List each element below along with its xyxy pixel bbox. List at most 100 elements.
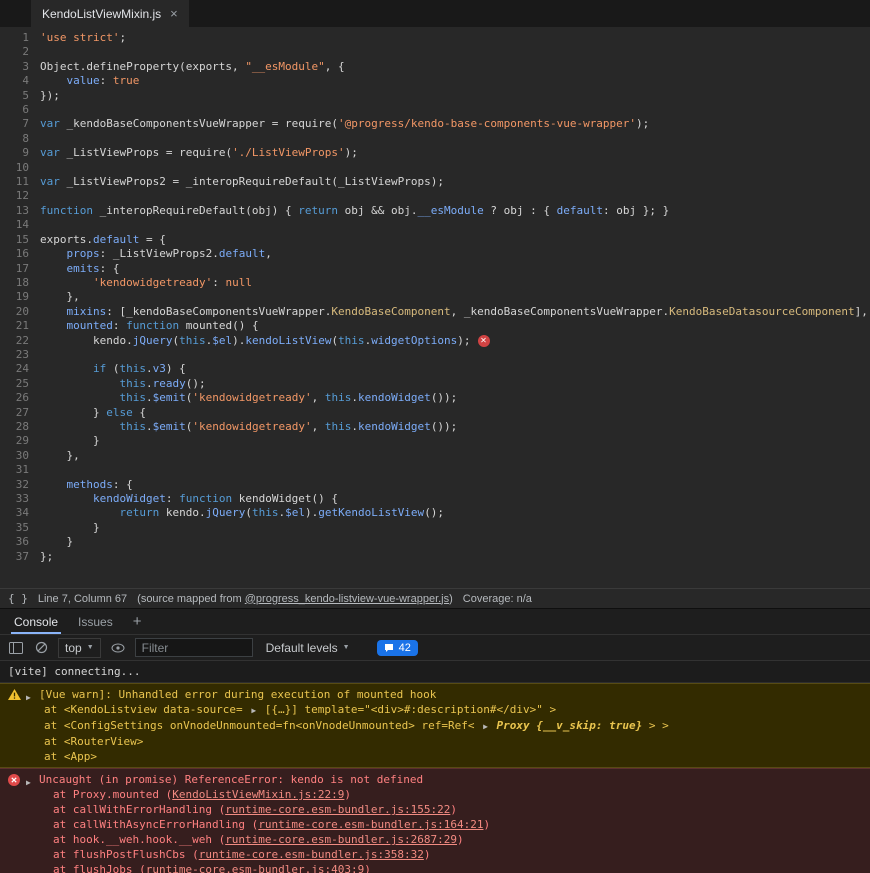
log-levels-dropdown[interactable]: Default levels ▼ — [266, 641, 350, 655]
line-number[interactable]: 1 — [3, 31, 29, 45]
close-icon[interactable]: × — [168, 6, 180, 21]
code-line[interactable]: 17 emits: { — [3, 262, 870, 276]
issues-badge[interactable]: 42 — [377, 640, 418, 656]
code-line[interactable]: 8 — [3, 132, 870, 146]
code-line[interactable]: 20 mixins: [_kendoBaseComponentsVueWrapp… — [3, 305, 870, 319]
code-line[interactable]: 24 if (this.v3) { — [3, 362, 870, 376]
code-line[interactable]: 7var _kendoBaseComponentsVueWrapper = re… — [3, 117, 870, 131]
code-line[interactable]: 37}; — [3, 550, 870, 564]
line-number[interactable]: 27 — [3, 406, 29, 420]
code-line[interactable]: 9var _ListViewProps = require('./ListVie… — [3, 146, 870, 160]
code-line[interactable]: 34 return kendo.jQuery(this.$el).getKend… — [3, 506, 870, 520]
code-line[interactable]: 28 this.$emit('kendowidgetready', this.k… — [3, 420, 870, 434]
line-number[interactable]: 34 — [3, 506, 29, 520]
mapped-file-link[interactable]: @progress_kendo-listview-vue-wrapper.js — [245, 593, 449, 605]
line-number[interactable]: 8 — [3, 132, 29, 146]
line-number[interactable]: 19 — [3, 290, 29, 304]
code-line[interactable]: 35 } — [3, 521, 870, 535]
file-tab[interactable]: KendoListViewMixin.js × — [31, 0, 189, 27]
line-number[interactable]: 21 — [3, 319, 29, 333]
line-number[interactable]: 20 — [3, 305, 29, 319]
expand-arrow-icon[interactable]: ▶ — [26, 772, 39, 790]
line-number[interactable]: 37 — [3, 550, 29, 564]
console-sidebar-icon[interactable] — [8, 640, 24, 656]
more-tabs-button[interactable]: + — [123, 609, 152, 634]
line-number[interactable]: 3 — [3, 60, 29, 74]
expand-arrow-icon[interactable]: ▶ — [26, 687, 39, 705]
clear-console-icon[interactable] — [33, 640, 49, 656]
line-number[interactable]: 4 — [3, 74, 29, 88]
code-line[interactable]: 25 this.ready(); — [3, 377, 870, 391]
line-number[interactable]: 15 — [3, 233, 29, 247]
code-line[interactable]: 23 — [3, 348, 870, 362]
eye-icon[interactable] — [110, 640, 126, 656]
line-number[interactable]: 30 — [3, 449, 29, 463]
line-number[interactable]: 7 — [3, 117, 29, 131]
code-line[interactable]: 22 kendo.jQuery(this.$el).kendoListView(… — [3, 334, 870, 348]
code-line[interactable]: 30 }, — [3, 449, 870, 463]
pretty-print-icon[interactable]: { } — [8, 592, 28, 605]
code-line[interactable]: 12 — [3, 189, 870, 203]
code-line[interactable]: 15exports.default = { — [3, 233, 870, 247]
line-number[interactable]: 25 — [3, 377, 29, 391]
code-line[interactable]: 13function _interopRequireDefault(obj) {… — [3, 204, 870, 218]
line-number[interactable]: 32 — [3, 478, 29, 492]
line-number[interactable]: 31 — [3, 463, 29, 477]
code-line[interactable]: 27 } else { — [3, 406, 870, 420]
stack-frame-link[interactable]: KendoListViewMixin.js:22:9 — [172, 788, 344, 801]
js-context-selector[interactable]: top ▼ — [58, 638, 101, 658]
line-number[interactable]: 24 — [3, 362, 29, 376]
inline-error-icon[interactable]: ✕ — [478, 335, 490, 347]
line-number[interactable]: 11 — [3, 175, 29, 189]
line-number[interactable]: 26 — [3, 391, 29, 405]
line-number[interactable]: 28 — [3, 420, 29, 434]
tab-console[interactable]: Console — [4, 609, 68, 634]
code-line[interactable]: 3Object.defineProperty(exports, "__esMod… — [3, 60, 870, 74]
code-line[interactable]: 14 — [3, 218, 870, 232]
code-line[interactable]: 16 props: _ListViewProps2.default, — [3, 247, 870, 261]
stack-frame-link[interactable]: runtime-core.esm-bundler.js:403:9 — [146, 863, 365, 873]
line-number[interactable]: 10 — [3, 161, 29, 175]
line-number[interactable]: 14 — [3, 218, 29, 232]
line-number[interactable]: 12 — [3, 189, 29, 203]
code-line[interactable]: 19 }, — [3, 290, 870, 304]
expand-arrow-icon[interactable]: ▶ — [249, 706, 258, 715]
code-line[interactable]: 11var _ListViewProps2 = _interopRequireD… — [3, 175, 870, 189]
code-line[interactable]: 32 methods: { — [3, 478, 870, 492]
line-number[interactable]: 18 — [3, 276, 29, 290]
code-line[interactable]: 5}); — [3, 89, 870, 103]
stack-frame-link[interactable]: runtime-core.esm-bundler.js:155:22 — [225, 803, 450, 816]
code-line[interactable]: 2 — [3, 45, 870, 59]
code-line[interactable]: 18 'kendowidgetready': null — [3, 276, 870, 290]
line-number[interactable]: 13 — [3, 204, 29, 218]
line-number[interactable]: 23 — [3, 348, 29, 362]
code-line[interactable]: 1'use strict'; — [3, 31, 870, 45]
line-number[interactable]: 9 — [3, 146, 29, 160]
line-number[interactable]: 22 — [3, 334, 29, 348]
code-line[interactable]: 33 kendoWidget: function kendoWidget() { — [3, 492, 870, 506]
code-line[interactable]: 31 — [3, 463, 870, 477]
stack-frame-link[interactable]: runtime-core.esm-bundler.js:164:21 — [258, 818, 483, 831]
code-line[interactable]: 10 — [3, 161, 870, 175]
line-number[interactable]: 2 — [3, 45, 29, 59]
code-line[interactable]: 36 } — [3, 535, 870, 549]
line-number[interactable]: 17 — [3, 262, 29, 276]
code-line[interactable]: 6 — [3, 103, 870, 117]
line-number[interactable]: 5 — [3, 89, 29, 103]
tab-issues[interactable]: Issues — [68, 609, 123, 634]
code-line[interactable]: 21 mounted: function mounted() { — [3, 319, 870, 333]
expand-arrow-icon[interactable]: ▶ — [481, 722, 490, 731]
code-line[interactable]: 29 } — [3, 434, 870, 448]
line-number[interactable]: 29 — [3, 434, 29, 448]
code-line[interactable]: 26 this.$emit('kendowidgetready', this.k… — [3, 391, 870, 405]
code-line[interactable]: 4 value: true — [3, 74, 870, 88]
stack-frame-link[interactable]: runtime-core.esm-bundler.js:358:32 — [199, 848, 424, 861]
stack-frame-link[interactable]: runtime-core.esm-bundler.js:2687:29 — [225, 833, 457, 846]
filter-input[interactable] — [135, 638, 253, 657]
line-number[interactable]: 16 — [3, 247, 29, 261]
line-number[interactable]: 33 — [3, 492, 29, 506]
line-number[interactable]: 36 — [3, 535, 29, 549]
line-number[interactable]: 6 — [3, 103, 29, 117]
line-number[interactable]: 35 — [3, 521, 29, 535]
code-editor[interactable]: 1'use strict';23Object.defineProperty(ex… — [0, 27, 870, 588]
